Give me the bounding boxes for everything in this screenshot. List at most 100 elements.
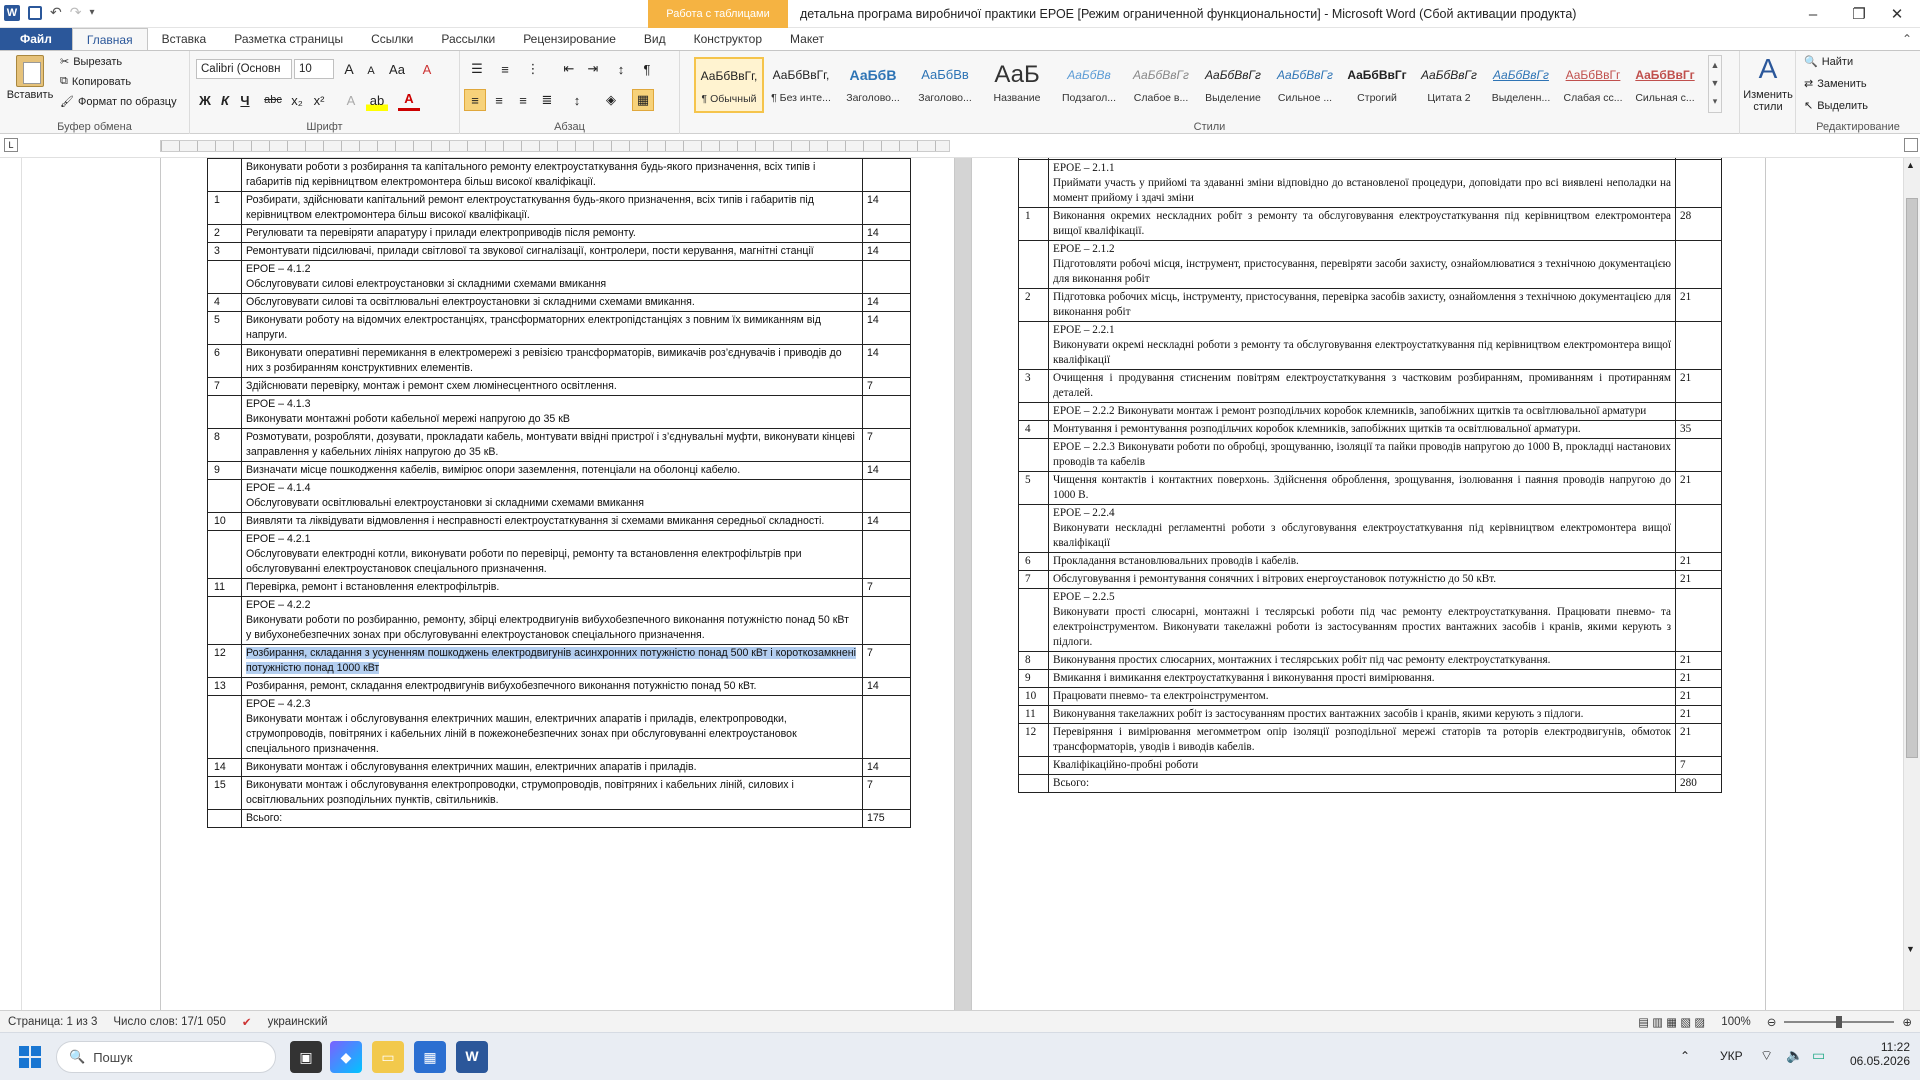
store-icon[interactable]: ▦ [414, 1041, 446, 1073]
tab-insert[interactable]: Вставка [148, 28, 221, 50]
left-table-value-cell[interactable]: 7 [862, 428, 911, 462]
left-table-value-cell[interactable]: 14 [862, 293, 911, 312]
left-table-text-cell[interactable]: Розбирати, здійснювати капітальний ремон… [240, 191, 864, 225]
left-table-number-cell[interactable] [207, 158, 242, 192]
right-table-value-cell[interactable]: 21 [1675, 723, 1722, 757]
left-table-number-cell[interactable] [207, 479, 242, 513]
left-table-value-cell[interactable]: 14 [862, 344, 911, 378]
left-table-text-cell[interactable]: Здійснювати перевірку, монтаж і ремонт с… [240, 377, 864, 396]
taskbar-search[interactable]: 🔍 Пошук [56, 1041, 276, 1073]
right-table-number-cell[interactable] [1018, 402, 1049, 421]
left-table-number-cell[interactable] [207, 530, 242, 579]
right-table-number-cell[interactable]: 6 [1018, 552, 1049, 571]
right-table-text-cell[interactable]: Працювати пневмо- та електроінструментом… [1047, 687, 1677, 706]
tab-table-design[interactable]: Конструктор [680, 28, 776, 50]
style-intense-emphasis[interactable]: АаБбВвГг Сильное ... [1270, 57, 1340, 113]
right-table-number-cell[interactable] [1018, 504, 1049, 553]
numbering-icon[interactable]: ≡ [494, 58, 516, 80]
right-table-number-cell[interactable] [1018, 774, 1049, 793]
right-table-text-cell[interactable]: Підготовка робочих місць, інструменту, п… [1047, 288, 1677, 322]
tab-references[interactable]: Ссылки [357, 28, 427, 50]
right-table-value-cell[interactable] [1675, 402, 1722, 421]
left-table-text-cell[interactable]: Перевірка, ремонт і встановлення електро… [240, 578, 864, 597]
proofing-icon[interactable]: ✔ [242, 1015, 252, 1029]
left-table-value-cell[interactable] [862, 695, 911, 759]
scroll-down-icon[interactable]: ▼ [1906, 944, 1915, 954]
right-table-text-cell[interactable]: ЕРОЕ – 2.2.1 Виконувати окремі нескладні … [1047, 321, 1677, 370]
font-color-button[interactable]: A [398, 89, 420, 111]
right-table-number-cell[interactable] [1018, 588, 1049, 652]
right-table-number-cell[interactable] [1018, 321, 1049, 370]
left-table-number-cell[interactable]: 6 [207, 344, 242, 378]
tab-page-layout[interactable]: Разметка страницы [220, 28, 357, 50]
left-table-text-cell[interactable]: Розбирання, складання з усуненням пошкод… [240, 644, 864, 678]
right-table-text-cell[interactable]: Чищення контактів і контактних поверхонь… [1047, 471, 1677, 505]
page-count[interactable]: Страница: 1 из 3 [8, 1016, 97, 1028]
close-button[interactable]: ✕ [1874, 0, 1920, 28]
right-table-text-cell[interactable]: ЕРОЕ – 2.1.1 Приймати участь у прийомі та… [1047, 159, 1677, 208]
change-styles-button[interactable]: A Изменить стили [1742, 53, 1794, 113]
left-table-text-cell[interactable]: ЕРОЕ – 4.2.1 Обслуговувати електродні кот… [240, 530, 864, 579]
style-quote2[interactable]: АаБбВвГг Цитата 2 [1414, 57, 1484, 113]
input-language[interactable]: УКР [1720, 1049, 1743, 1063]
left-table-text-cell[interactable]: ЕРОЕ – 4.1.3 Виконувати монтажні роботи к… [240, 395, 864, 429]
paste-button[interactable]: Вставить [7, 55, 53, 101]
multilevel-list-icon[interactable]: ⋮ [522, 58, 544, 80]
windows-start-icon[interactable] [14, 1041, 46, 1073]
style-no-spacing[interactable]: АаБбВвГг, ¶ Без инте... [766, 57, 836, 113]
ruler-view-icon[interactable] [1904, 138, 1918, 152]
tab-review[interactable]: Рецензирование [509, 28, 630, 50]
right-table-number-cell[interactable]: 5 [1018, 471, 1049, 505]
right-table-value-cell[interactable] [1675, 321, 1722, 370]
left-table-number-cell[interactable]: 3 [207, 242, 242, 261]
replace-button[interactable]: ⇄ Заменить [1804, 77, 1867, 91]
right-table-text-cell[interactable]: Прокладання встановлювальних проводів і … [1047, 552, 1677, 571]
word-taskbar-icon[interactable]: W [456, 1041, 488, 1073]
right-table-text-cell[interactable]: ЕРОЕ – 2.2.5 Виконувати прості слюсарні, … [1047, 588, 1677, 652]
right-table-text-cell[interactable]: Виконування такелажних робіт із застосув… [1047, 705, 1677, 724]
right-table-number-cell[interactable] [1018, 240, 1049, 289]
left-table-number-cell[interactable] [207, 695, 242, 759]
left-table-number-cell[interactable]: 15 [207, 776, 242, 810]
left-table-value-cell[interactable]: 14 [862, 512, 911, 531]
bullets-icon[interactable]: ☰ [466, 58, 488, 80]
right-table-value-cell[interactable]: 28 [1675, 207, 1722, 241]
right-table-value-cell[interactable]: 21 [1675, 552, 1722, 571]
right-table-value-cell[interactable]: 21 [1675, 570, 1722, 589]
horizontal-ruler[interactable]: L [0, 134, 1920, 158]
underline-button[interactable]: Ч [234, 89, 256, 111]
right-table-number-cell[interactable]: 12 [1018, 723, 1049, 757]
left-table-number-cell[interactable]: 1 [207, 191, 242, 225]
style-heading1[interactable]: АаБбВ Заголово... [838, 57, 908, 113]
right-table-value-cell[interactable]: 21 [1675, 669, 1722, 688]
right-table-value-cell[interactable] [1675, 438, 1722, 472]
right-table-text-cell[interactable]: Кваліфікаційно-пробні роботи [1047, 756, 1677, 775]
style-emphasis[interactable]: АаБбВвГг Выделение [1198, 57, 1268, 113]
left-table-number-cell[interactable]: 11 [207, 578, 242, 597]
left-table-value-cell[interactable]: 7 [862, 644, 911, 678]
left-table-text-cell[interactable]: Визначати місце пошкодження кабелів, вим… [240, 461, 864, 480]
zoom-slider[interactable] [1784, 1015, 1895, 1028]
left-table-text-cell[interactable]: Виконувати оперативні перемикання в елек… [240, 344, 864, 378]
left-table-text-cell[interactable]: ЕРОЕ – 4.1.2 Обслуговувати силові електро… [240, 260, 864, 294]
right-table-text-cell[interactable]: Монтування і ремонтування розподільчих к… [1047, 420, 1677, 439]
left-table-text-cell[interactable]: ЕРОЕ – 4.1.4 Обслуговувати освітлювальні … [240, 479, 864, 513]
left-table-text-cell[interactable]: ЕРОЕ – 4.2.2 Виконувати роботи по розбира… [240, 596, 864, 645]
left-table-number-cell[interactable]: 14 [207, 758, 242, 777]
left-table-text-cell[interactable]: Виконувати роботи з розбирання та капіта… [240, 158, 864, 192]
left-table-value-cell[interactable] [862, 158, 911, 192]
left-table-text-cell[interactable]: Виконувати монтаж і обслуговування елект… [240, 758, 864, 777]
right-table-number-cell[interactable]: 4 [1018, 420, 1049, 439]
show-marks-icon[interactable]: ¶ [636, 58, 658, 80]
left-table-value-cell[interactable]: 14 [862, 224, 911, 243]
grow-font-button[interactable]: A [338, 58, 360, 80]
left-table-number-cell[interactable] [207, 260, 242, 294]
find-button[interactable]: 🔍 Найти [1804, 55, 1853, 69]
right-table-value-cell[interactable] [1675, 588, 1722, 652]
justify-icon[interactable]: ≣ [536, 89, 558, 111]
left-table-text-cell[interactable]: Розмотувати, розробляти, дозувати, прокл… [240, 428, 864, 462]
undo-icon[interactable]: ↶ [50, 4, 62, 21]
text-effects-button[interactable]: A [340, 89, 362, 111]
strikethrough-button[interactable]: abc [262, 89, 284, 111]
left-table-value-cell[interactable] [862, 596, 911, 645]
